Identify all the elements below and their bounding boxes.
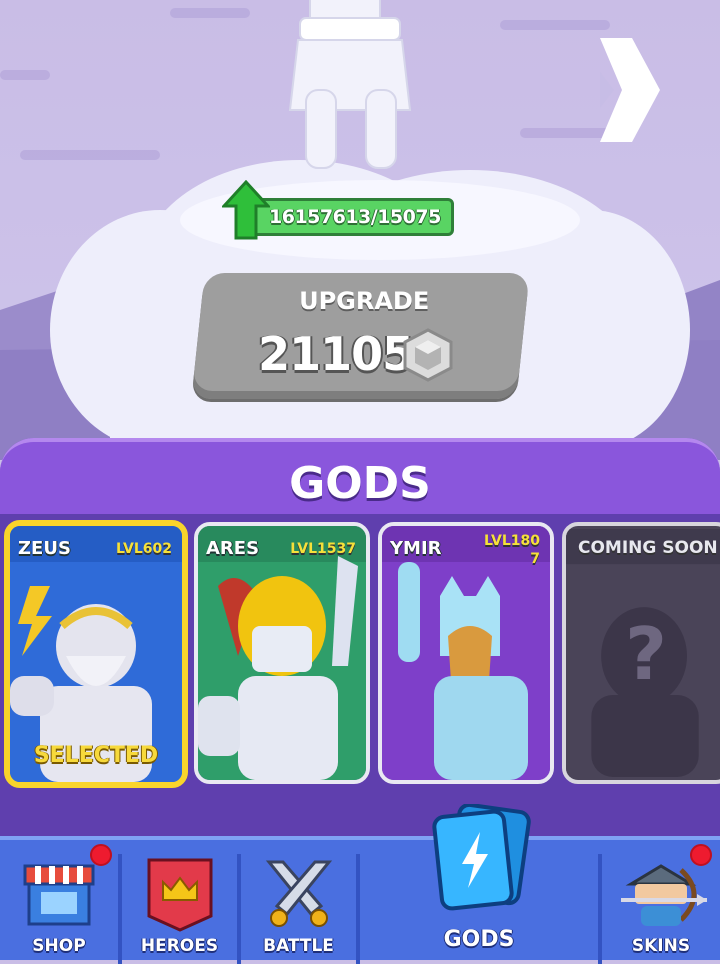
nav-label: SKINS (631, 936, 691, 956)
card-name: YMIR (390, 538, 442, 559)
card-level: LVL602 (116, 541, 172, 557)
nav-heroes[interactable]: HEROES (122, 850, 237, 964)
power-indicator: 16157613/15075 (222, 180, 462, 240)
upgrade-cost: 21105 (258, 327, 414, 381)
card-name: ARES (206, 538, 260, 559)
god-cards-row: ZEUS LVL602 SELECTED ARES LVL1537 YMIR L… (0, 520, 720, 800)
sky-cloud-streak (20, 150, 160, 160)
selected-badge: SELECTED (33, 743, 159, 768)
card-name: ZEUS (18, 538, 71, 559)
notification-dot (690, 844, 712, 866)
god-statue (288, 0, 412, 169)
nav-gods[interactable]: GODS (360, 804, 598, 964)
upgrade-button[interactable]: UPGRADE 21105 (191, 273, 530, 399)
ares-portrait (198, 526, 366, 780)
sky-cloud-streak (500, 20, 610, 30)
god-card-zeus[interactable]: ZEUS LVL602 SELECTED (4, 520, 188, 788)
sky-cloud-streak (170, 8, 250, 18)
next-god-arrow-button[interactable] (592, 30, 664, 150)
shop-icon (23, 864, 95, 926)
nav-label: HEROES (140, 936, 219, 956)
crown-banner-icon (147, 858, 212, 932)
god-card-coming-soon: COMING SOON ? (562, 522, 720, 784)
upgrade-label: UPGRADE (299, 287, 430, 315)
nav-label: BATTLE (263, 936, 334, 956)
panel-header: GODS (0, 438, 720, 514)
card-level: LVL1537 (290, 541, 356, 557)
nav-shop[interactable]: SHOP (0, 844, 118, 964)
god-card-ymir[interactable]: YMIR LVL180 7 (378, 522, 554, 784)
archer-hat-bow-icon (621, 864, 707, 926)
nav-label: GODS (443, 927, 515, 952)
crossed-swords-icon (265, 860, 332, 927)
question-mark-icon: ? (625, 612, 667, 696)
sky-cloud-streak (0, 70, 50, 80)
nav-battle[interactable]: BATTLE (241, 850, 356, 964)
bottom-nav-bar: SHOP HEROES BATTLE GODS SKINS (0, 804, 720, 964)
gem-icon (403, 328, 453, 382)
gods-panel: GODS ZEUS LVL602 SELECTED ARES LVL1537 Y… (0, 438, 720, 838)
power-value: 16157613/15075 (269, 206, 441, 228)
god-card-ares[interactable]: ARES LVL1537 (194, 522, 370, 784)
god-cards-icon (432, 804, 531, 911)
power-bar: 16157613/15075 (242, 198, 454, 236)
nav-label: SHOP (32, 936, 86, 956)
card-level: LVL180 7 (484, 533, 540, 567)
panel-title: GODS (289, 458, 431, 509)
nav-skins[interactable]: SKINS (602, 844, 720, 964)
hero-scene: 16157613/15075 UPGRADE 21105 (0, 0, 720, 460)
card-name: COMING SOON (578, 538, 718, 558)
up-arrow-icon (222, 180, 270, 240)
notification-dot (90, 844, 112, 866)
